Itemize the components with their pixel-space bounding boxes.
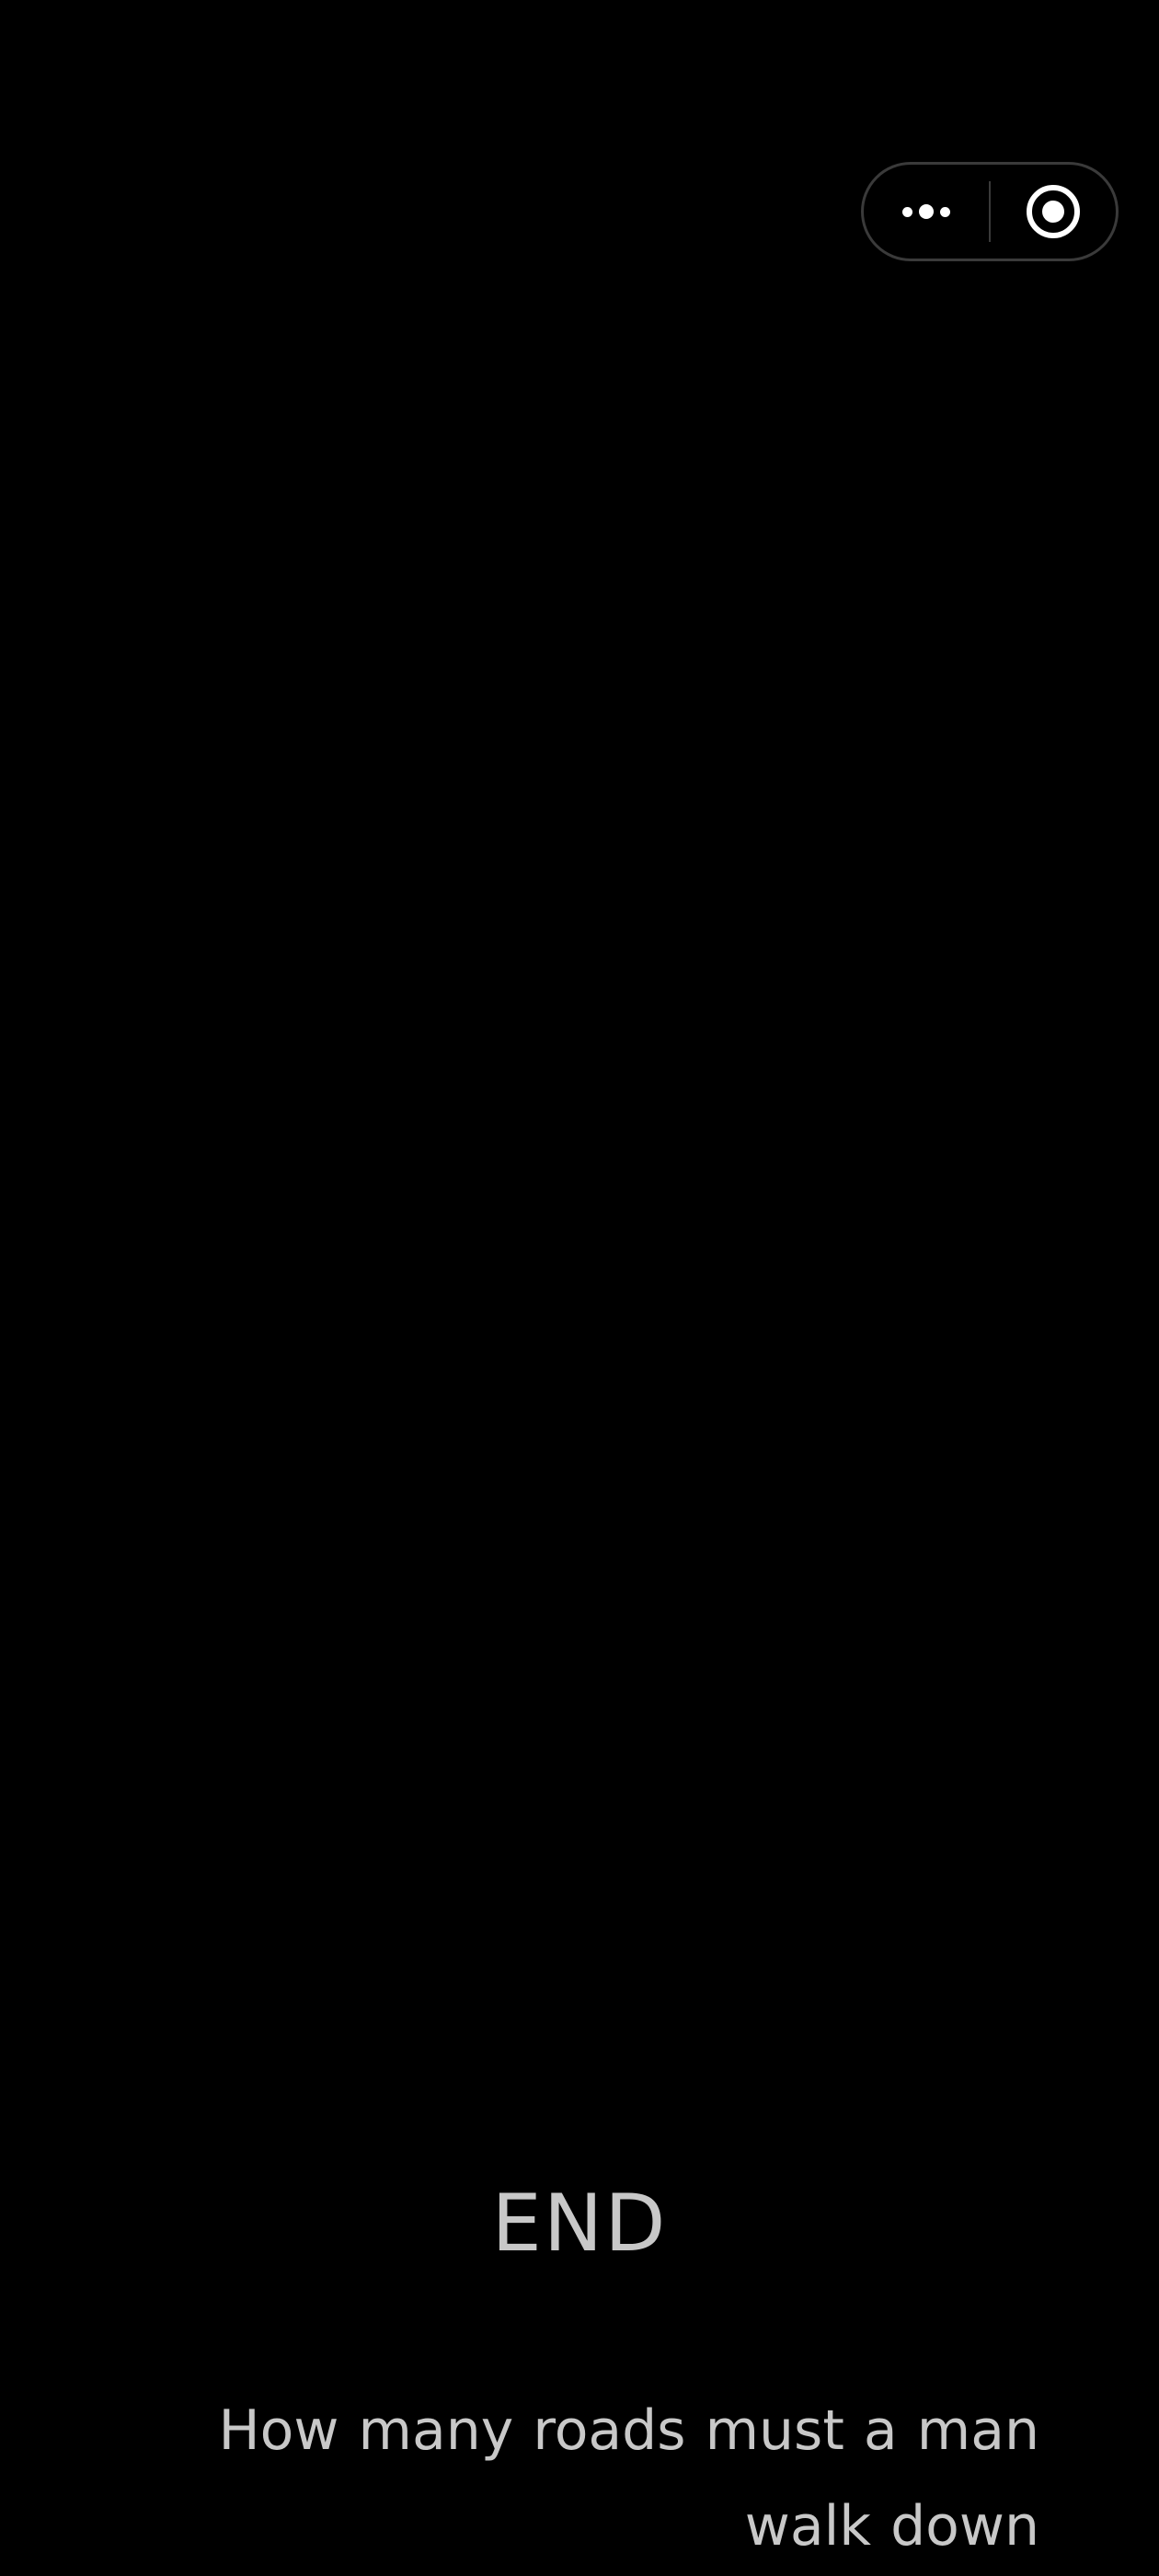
end-title: END [491, 2178, 668, 2270]
target-circle-icon [1026, 185, 1080, 238]
more-button[interactable] [864, 165, 989, 259]
lyric-text: How many roads must a man walk down [218, 2398, 1039, 2559]
more-dots-icon [902, 204, 950, 219]
mini-program-capsule [861, 162, 1119, 261]
close-mini-program-button[interactable] [991, 165, 1116, 259]
